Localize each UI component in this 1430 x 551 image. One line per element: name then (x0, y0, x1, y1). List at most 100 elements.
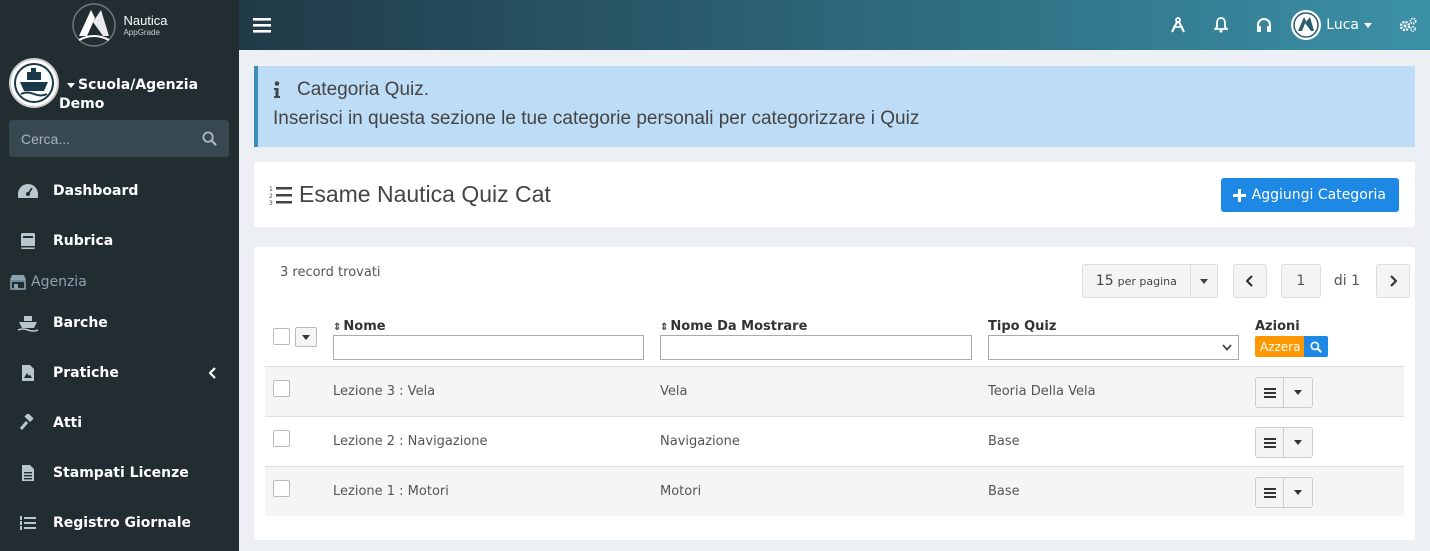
column-header-azioni: Azioni (1255, 319, 1300, 334)
file-text-icon (17, 463, 39, 483)
sidebar-item-stampati-licenze[interactable]: Stampati Licenze (0, 448, 239, 498)
search-icon[interactable] (202, 131, 217, 146)
column-header-nome-da-mostrare[interactable]: ⇕ Nome Da Mostrare (660, 319, 807, 334)
page-number-input[interactable]: 1 (1280, 264, 1321, 298)
sidebar-menu: Dashboard Rubrica Agenzia Barche Pratich… (0, 166, 239, 548)
callout-title: Categoria Quiz. (297, 79, 430, 100)
caret-down-icon (1294, 490, 1302, 495)
column-header-nome[interactable]: ⇕ Nome (333, 319, 386, 334)
filter-tipo-quiz-select[interactable] (988, 335, 1239, 360)
caret-down-icon (1191, 265, 1217, 297)
row-checkbox[interactable] (273, 430, 290, 447)
list-ol-icon (17, 513, 39, 533)
sidebar-item-label: Registro Giornale (53, 515, 192, 531)
search-filters-button[interactable] (1304, 336, 1328, 357)
row-dropdown-button[interactable] (1284, 378, 1312, 407)
add-category-button[interactable]: Aggiungi Categoria (1220, 178, 1399, 212)
table-row: Lezione 2 : Navigazione Navigazione Base (265, 416, 1404, 466)
sidebar-item-atti[interactable]: Atti (0, 398, 239, 448)
bars-icon (1263, 487, 1276, 498)
nav-settings-button[interactable] (1386, 0, 1430, 50)
bell-icon (1213, 17, 1228, 33)
sidebar-item-dashboard[interactable]: Dashboard (0, 166, 239, 216)
prev-page-button[interactable] (1232, 264, 1267, 298)
select-all-checkbox[interactable] (273, 328, 290, 345)
cell-nome-da-mostrare: Vela (660, 384, 688, 399)
bars-icon (1263, 437, 1276, 448)
row-checkbox[interactable] (273, 480, 290, 497)
caret-down-icon (1294, 440, 1302, 445)
filter-nome-input[interactable] (333, 335, 644, 360)
user-panel: Scuola/Agenzia Demo (9, 58, 234, 114)
sidebar-item-label: Pratiche (53, 365, 119, 381)
nautica-logo-icon (72, 3, 117, 47)
row-dropdown-button[interactable] (1284, 478, 1312, 507)
headset-icon (1256, 18, 1271, 32)
cell-nome: Lezione 1 : Motori (333, 484, 449, 499)
row-checkbox[interactable] (273, 380, 290, 397)
row-menu-button[interactable] (1256, 478, 1284, 507)
sidebar-search-input[interactable] (21, 130, 202, 147)
sidebar-item-label: Barche (53, 315, 108, 331)
per-page-select[interactable]: 15 per pagina (1081, 264, 1218, 298)
gears-icon (1399, 17, 1417, 33)
bulk-actions-dropdown[interactable] (295, 327, 317, 347)
records-count: 3 record trovati (280, 265, 381, 280)
store-icon (9, 274, 27, 290)
plus-icon (1232, 188, 1246, 202)
table-header: ⇕ Nome ⇕ Nome Da Mostrare Tipo Quiz Azioni… (265, 315, 1404, 366)
column-header-tipo-quiz: Tipo Quiz (988, 319, 1057, 334)
sidebar-item-pratiche[interactable]: Pratiche (0, 348, 239, 398)
page-header-box: 123 Esame Nautica Quiz Cat Aggiungi Cate… (254, 162, 1415, 227)
row-actions (1255, 427, 1313, 458)
sidebar-item-label: Atti (53, 415, 83, 431)
page-total: di 1 (1333, 273, 1360, 289)
table-row: Lezione 3 : Vela Vela Teoria Della Vela (265, 366, 1404, 416)
agency-avatar (9, 58, 59, 108)
next-page-button[interactable] (1376, 264, 1410, 298)
hamburger-menu-icon[interactable] (253, 14, 271, 36)
sort-icon: ⇕ (660, 322, 669, 333)
file-image-icon (17, 363, 39, 383)
dashboard-icon (17, 181, 39, 201)
row-dropdown-button[interactable] (1284, 428, 1312, 457)
bars-icon (1263, 387, 1276, 398)
nav-notifications-button[interactable] (1199, 0, 1242, 50)
top-navbar: Luca (239, 0, 1430, 50)
cell-tipo-quiz: Teoria Della Vela (988, 384, 1096, 399)
table-row: Lezione 1 : Motori Motori Base (265, 466, 1404, 516)
add-category-label: Aggiungi Categoria (1251, 187, 1386, 203)
nav-tools-button[interactable] (1156, 0, 1199, 50)
per-page-value: 15 (1095, 273, 1114, 289)
user-menu[interactable]: Luca (1285, 0, 1386, 50)
compass-tool-icon (1170, 17, 1185, 33)
table-body: Lezione 3 : Vela Vela Teoria Della Vela … (265, 366, 1404, 516)
sidebar-item-registro-giornale[interactable]: Registro Giornale (0, 498, 239, 548)
user-name: Luca (1326, 17, 1359, 33)
chevron-left-icon (1245, 275, 1253, 287)
reset-filters-button[interactable]: Azzera (1255, 336, 1306, 357)
cell-nome: Lezione 3 : Vela (333, 384, 436, 399)
book-icon (17, 231, 39, 251)
ship-logo-icon (12, 61, 56, 105)
row-menu-button[interactable] (1256, 428, 1284, 457)
svg-text:3: 3 (269, 200, 273, 206)
nav-support-button[interactable] (1242, 0, 1285, 50)
table-box: 3 record trovati 15 per pagina 1 di 1 ⇕ No… (254, 247, 1415, 540)
sidebar-item-barche[interactable]: Barche (0, 298, 239, 348)
per-page-label: per pagina (1117, 274, 1177, 288)
chevron-down-icon (1222, 344, 1232, 351)
row-menu-button[interactable] (1256, 378, 1284, 407)
brand-title: Nautica (123, 12, 168, 28)
sidebar-search (9, 120, 229, 157)
filter-nome-da-mostrare-input[interactable] (660, 335, 972, 360)
brand-subtitle: AppGrade (123, 27, 160, 37)
sidebar-item-rubrica[interactable]: Rubrica (0, 216, 239, 266)
agency-switcher[interactable]: Scuola/Agenzia Demo (59, 76, 229, 114)
sidebar-item-label: Rubrica (53, 233, 114, 249)
brand-logo[interactable]: Nautica AppGrade (0, 0, 239, 50)
nautica-logo-icon (1293, 12, 1320, 38)
main-content: Categoria Quiz. Inserisci in questa sezi… (239, 50, 1430, 551)
ship-icon (17, 313, 39, 333)
navbar-right: Luca (1156, 0, 1430, 50)
